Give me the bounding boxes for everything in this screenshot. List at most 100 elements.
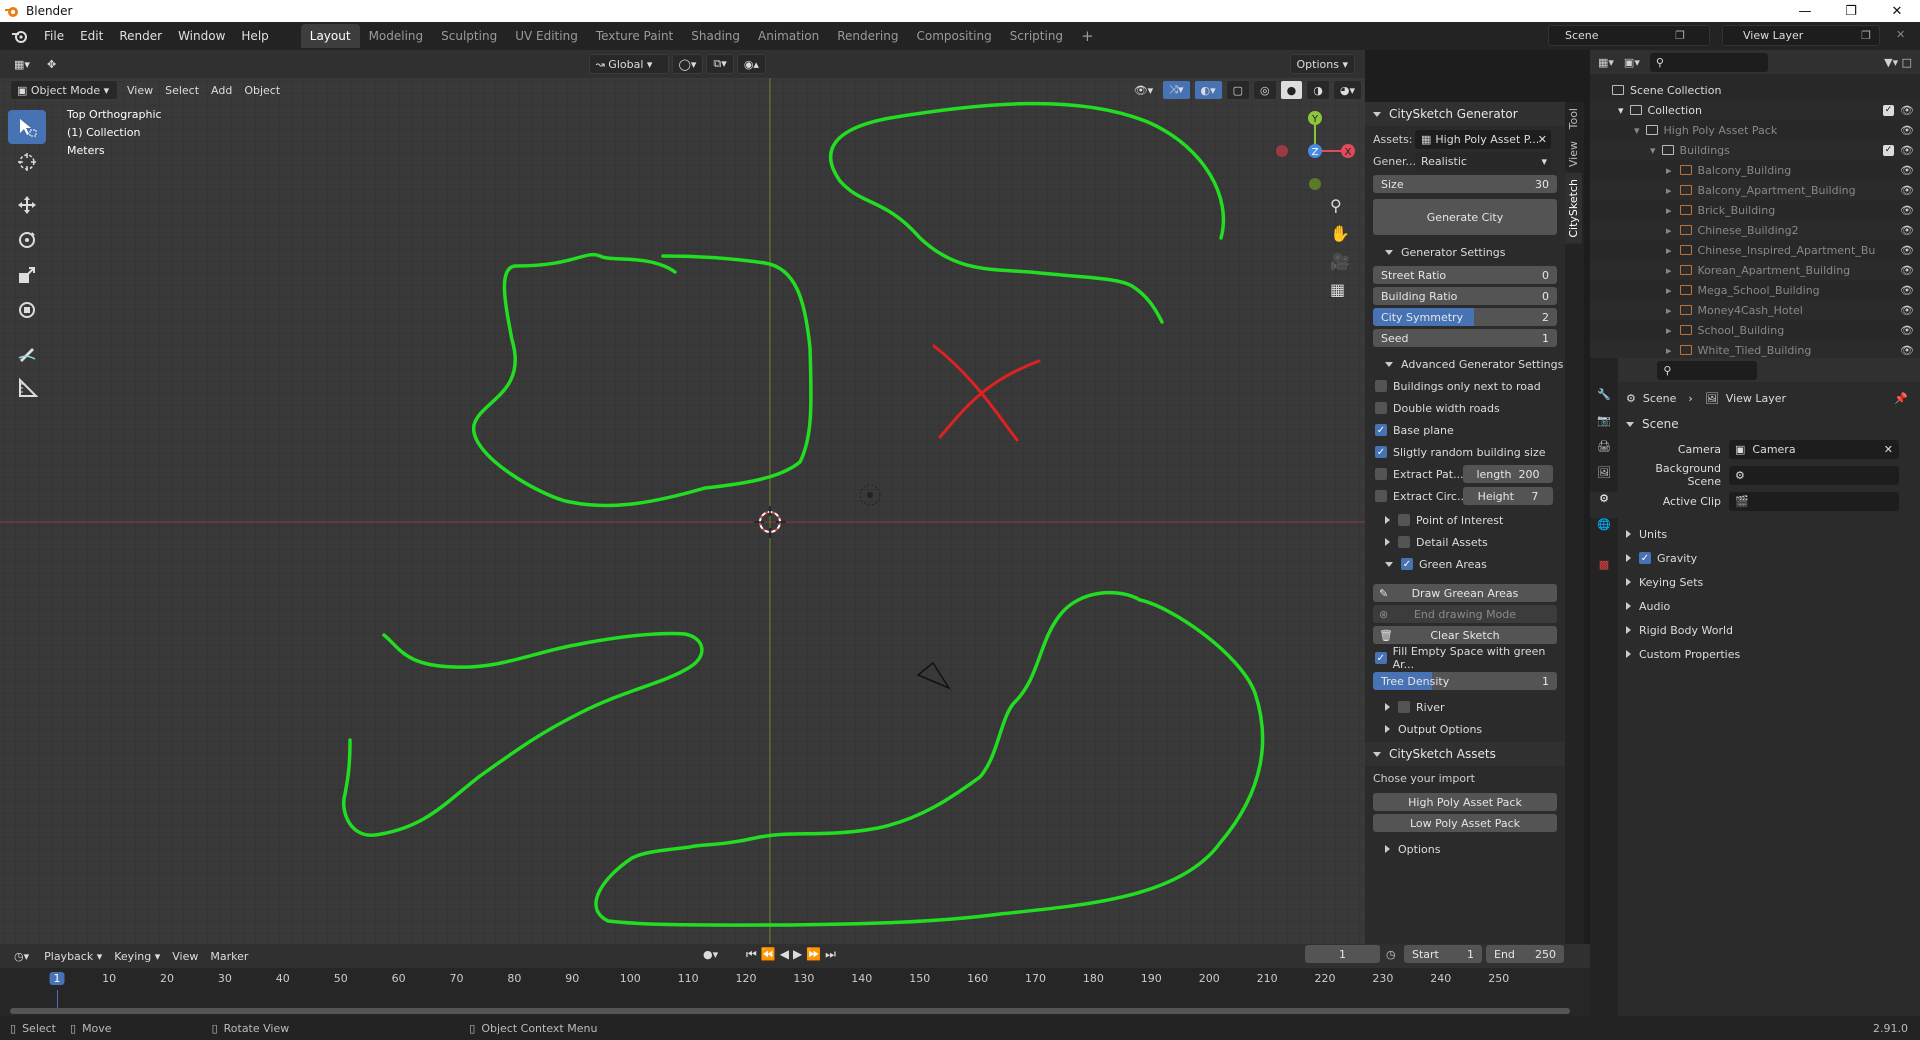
checkmark-icon[interactable]: ✓ — [1639, 552, 1651, 564]
pin-icon[interactable]: 📌 — [1894, 392, 1908, 405]
expand-icon[interactable]: ▸ — [1666, 344, 1672, 357]
outliner-object-row[interactable]: ▸ Money4Cash_Hotel 👁 — [1590, 300, 1920, 320]
scene-selector[interactable]: Scene ❐ — [1548, 25, 1710, 46]
tree-density-field[interactable]: Tree Density 1 — [1373, 672, 1557, 690]
outliner-object-row[interactable]: ▸ Chinese_Inspired_Apartment_Bu 👁 — [1590, 240, 1920, 260]
filter-icon[interactable]: ▼▾ □ — [1884, 56, 1912, 69]
custom-properties-panel[interactable]: Custom Properties — [1618, 642, 1920, 666]
checkbox-icon[interactable]: ✓ — [1883, 104, 1894, 116]
eye-icon[interactable]: 👁 — [1900, 124, 1914, 137]
move-tool-icon[interactable] — [8, 188, 46, 222]
poi-checkbox[interactable] — [1398, 514, 1410, 526]
eye-icon[interactable]: 👁 — [1900, 324, 1914, 337]
asset-pack-row[interactable]: ▾ High Poly Asset Pack 👁 — [1590, 120, 1920, 140]
maximize-button[interactable]: ❐ — [1828, 0, 1874, 22]
outliner-object-row[interactable]: ▸ Mega_School_Building 👁 — [1590, 280, 1920, 300]
gizmo-neg-y-icon[interactable] — [1309, 178, 1321, 190]
camera-view-icon[interactable]: 🎥 — [1330, 252, 1350, 271]
tab-citysketch[interactable]: CitySketch — [1565, 173, 1582, 245]
end-frame-field[interactable]: End 250 — [1486, 945, 1564, 963]
random-size-checkbox[interactable]: ✓ Sligtly random building size — [1365, 441, 1565, 463]
advanced-settings-header[interactable]: Advanced Generator Settings — [1365, 353, 1565, 375]
add-workspace-icon[interactable]: + — [1072, 24, 1103, 48]
render-tab-icon[interactable]: 📷 — [1590, 414, 1618, 440]
height-field[interactable]: Height 7 — [1463, 487, 1553, 505]
generator-panel-header[interactable]: CitySketch Generator — [1365, 102, 1565, 126]
visibility-icon[interactable]: 👁▾ — [1128, 80, 1160, 100]
viewport-menu-object[interactable]: Object — [238, 84, 286, 97]
eye-icon[interactable]: 👁 — [1900, 244, 1914, 257]
camera-clear-icon[interactable]: ✕ — [1884, 443, 1893, 456]
editor-type-icon[interactable]: ▦▾ — [8, 54, 38, 74]
shading-solid-icon[interactable]: ● — [1279, 80, 1304, 100]
transform-tool-icon[interactable]: ✥ — [41, 54, 65, 74]
base-plane-checkbox[interactable]: ✓ Base plane — [1365, 419, 1565, 441]
checkmark-icon[interactable]: ✓ — [1401, 558, 1413, 570]
outliner-object-row[interactable]: ▸ White_Tiled_Building 👁 — [1590, 340, 1920, 358]
tab-sculpting[interactable]: Sculpting — [432, 24, 506, 48]
zoom-icon[interactable]: ⚲ — [1330, 196, 1342, 215]
high-poly-button[interactable]: High Poly Asset Pack — [1373, 793, 1557, 811]
scene-collection-row[interactable]: Scene Collection — [1590, 80, 1920, 100]
viewport-menu-add[interactable]: Add — [205, 84, 238, 97]
ortho-grid-icon[interactable]: ▦ — [1330, 280, 1345, 299]
timeline-menu-marker[interactable]: Marker — [204, 950, 254, 963]
eye-icon[interactable]: 👁 — [1900, 204, 1914, 217]
low-poly-button[interactable]: Low Poly Asset Pack — [1373, 814, 1557, 832]
building-ratio-field[interactable]: Building Ratio 0 — [1373, 287, 1557, 305]
scale-tool-icon[interactable] — [8, 258, 46, 292]
units-panel[interactable]: Units — [1618, 522, 1920, 546]
keying-sets-panel[interactable]: Keying Sets — [1618, 570, 1920, 594]
expand-icon[interactable]: ▸ — [1666, 304, 1672, 317]
eye-icon[interactable]: 👁 — [1900, 164, 1914, 177]
outliner-object-row[interactable]: ▸ Balcony_Apartment_Building 👁 — [1590, 180, 1920, 200]
output-options-header[interactable]: Output Options — [1365, 718, 1565, 740]
buildings-next-road-checkbox[interactable]: Buildings only next to road — [1365, 375, 1565, 397]
extract-path-checkbox[interactable] — [1375, 468, 1387, 480]
properties-search-input[interactable]: ⚲ — [1657, 360, 1758, 380]
assets-options-header[interactable]: Options — [1365, 838, 1565, 860]
cursor-tool-icon[interactable] — [8, 145, 46, 179]
seed-field[interactable]: Seed 1 — [1373, 329, 1557, 347]
3d-viewport[interactable]: ▣ Object Mode ▾ View Select Add Object 👁… — [0, 78, 1365, 944]
eye-icon[interactable]: 👁 — [1900, 184, 1914, 197]
eye-icon[interactable]: 👁 — [1900, 344, 1914, 357]
expand-icon[interactable]: ▸ — [1666, 164, 1672, 177]
assets-panel-header[interactable]: CitySketch Assets — [1365, 742, 1565, 766]
view-layer-tab-icon[interactable]: 🖼 — [1590, 466, 1618, 492]
outliner-object-row[interactable]: ▸ School_Building 👁 — [1590, 320, 1920, 340]
xray-icon[interactable]: ▢ — [1225, 80, 1251, 100]
background-scene-field[interactable]: ⚙ — [1729, 465, 1899, 485]
menu-edit[interactable]: Edit — [72, 25, 111, 47]
eye-icon[interactable]: 👁 — [1900, 284, 1914, 297]
minimize-button[interactable]: — — [1782, 0, 1828, 22]
generator-settings-header[interactable]: Generator Settings — [1365, 241, 1565, 263]
tab-animation[interactable]: Animation — [749, 24, 828, 48]
menu-render[interactable]: Render — [111, 25, 170, 47]
shading-material-icon[interactable]: ◑ — [1306, 80, 1330, 100]
expand-icon[interactable]: ▾ — [1634, 124, 1640, 137]
pan-hand-icon[interactable]: ✋ — [1330, 224, 1350, 243]
tab-rendering[interactable]: Rendering — [828, 24, 907, 48]
draw-green-areas-button[interactable]: ✎ Draw Greean Areas — [1373, 584, 1557, 602]
expand-icon[interactable]: ▸ — [1666, 264, 1672, 277]
annotate-tool-icon[interactable] — [8, 336, 46, 370]
poi-header[interactable]: Point of Interest — [1365, 509, 1565, 531]
transform-tool-icon[interactable] — [8, 293, 46, 327]
pivot-icon[interactable]: ◯▾ — [671, 54, 704, 74]
river-header[interactable]: River — [1365, 696, 1565, 718]
expand-icon[interactable]: ▸ — [1666, 284, 1672, 297]
fill-empty-checkbox[interactable]: ✓ Fill Empty Space with green Ar... — [1365, 645, 1565, 671]
detail-assets-checkbox[interactable] — [1398, 536, 1410, 548]
tab-modeling[interactable]: Modeling — [360, 24, 433, 48]
clear-sketch-button[interactable]: 🗑 Clear Sketch — [1373, 626, 1557, 644]
timeline-menu-keying[interactable]: Keying ▾ — [108, 950, 166, 963]
end-drawing-button[interactable]: ⊗ End drawing Mode — [1373, 605, 1557, 623]
scene-tab-icon[interactable]: ⚙ — [1590, 492, 1618, 518]
detail-assets-header[interactable]: Detail Assets — [1365, 531, 1565, 553]
tool-tab-icon[interactable]: 🔧 — [1590, 388, 1618, 414]
output-tab-icon[interactable]: 🖨 — [1590, 440, 1618, 466]
rotate-tool-icon[interactable] — [8, 223, 46, 257]
timeline-scrollbar[interactable] — [10, 1008, 1570, 1014]
timeline-ruler[interactable]: 1 10 20 30 40 50 60 70 80 90 100 110 120 130 140 150 160… — [0, 968, 1590, 990]
